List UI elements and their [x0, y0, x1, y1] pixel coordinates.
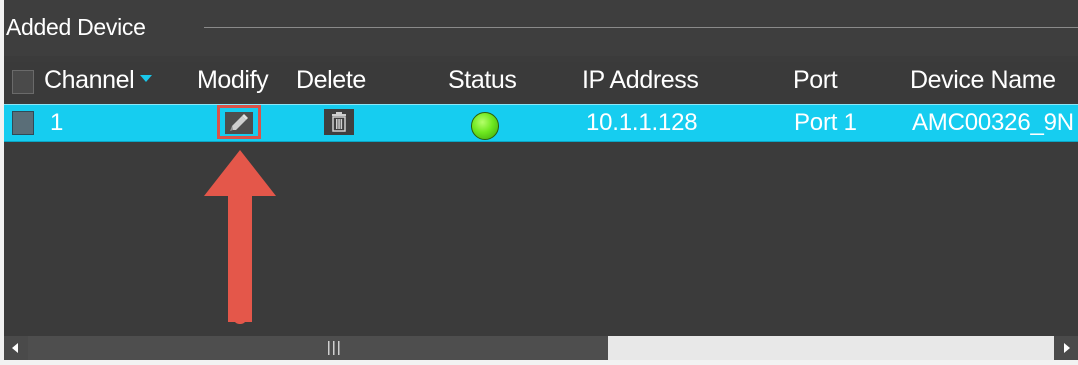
scrollbar-thumb[interactable]: [28, 336, 608, 360]
row-checkbox[interactable]: [12, 111, 34, 135]
red-up-arrow-annotation: [204, 150, 276, 324]
pencil-icon: [225, 112, 253, 134]
grip-icon: [328, 341, 340, 355]
chevron-left-icon: [12, 343, 18, 353]
caret-down-icon[interactable]: [140, 74, 153, 82]
select-all-checkbox[interactable]: [12, 70, 34, 94]
scroll-right-button[interactable]: [1054, 336, 1078, 360]
column-header-status: Status: [448, 66, 517, 94]
trash-icon: [332, 112, 346, 132]
column-header-ip-address: IP Address: [582, 66, 699, 94]
panel-title: Added Device: [6, 14, 146, 40]
title-divider: [204, 27, 1078, 28]
status-online-icon: [471, 112, 499, 140]
column-header-port: Port: [793, 66, 838, 94]
horizontal-scrollbar[interactable]: [4, 336, 1078, 360]
column-header-device-name: Device Name: [910, 66, 1056, 94]
cell-device-name: AMC00326_9N: [912, 109, 1074, 136]
modify-button[interactable]: [217, 105, 261, 139]
table-row[interactable]: 1 10.1.1.128 Port 1 AMC00326_9N: [4, 104, 1078, 142]
table-header: Channel Modify Delete Status IP Address …: [4, 62, 1078, 102]
panel-header: Added Device: [4, 0, 1078, 56]
table-body-empty: [4, 142, 1078, 336]
column-header-channel-label: Channel: [44, 66, 135, 94]
cell-port: Port 1: [794, 109, 857, 136]
chevron-right-icon: [1064, 343, 1070, 353]
column-header-delete: Delete: [296, 66, 366, 94]
added-device-panel: Added Device Channel Modify Delete Statu…: [4, 0, 1078, 360]
delete-button[interactable]: [324, 109, 354, 135]
column-header-modify: Modify: [197, 66, 269, 94]
scroll-left-button[interactable]: [4, 336, 28, 360]
cell-ip-address: 10.1.1.128: [586, 109, 698, 136]
column-header-channel[interactable]: Channel: [44, 66, 153, 95]
cell-channel: 1: [50, 109, 64, 136]
